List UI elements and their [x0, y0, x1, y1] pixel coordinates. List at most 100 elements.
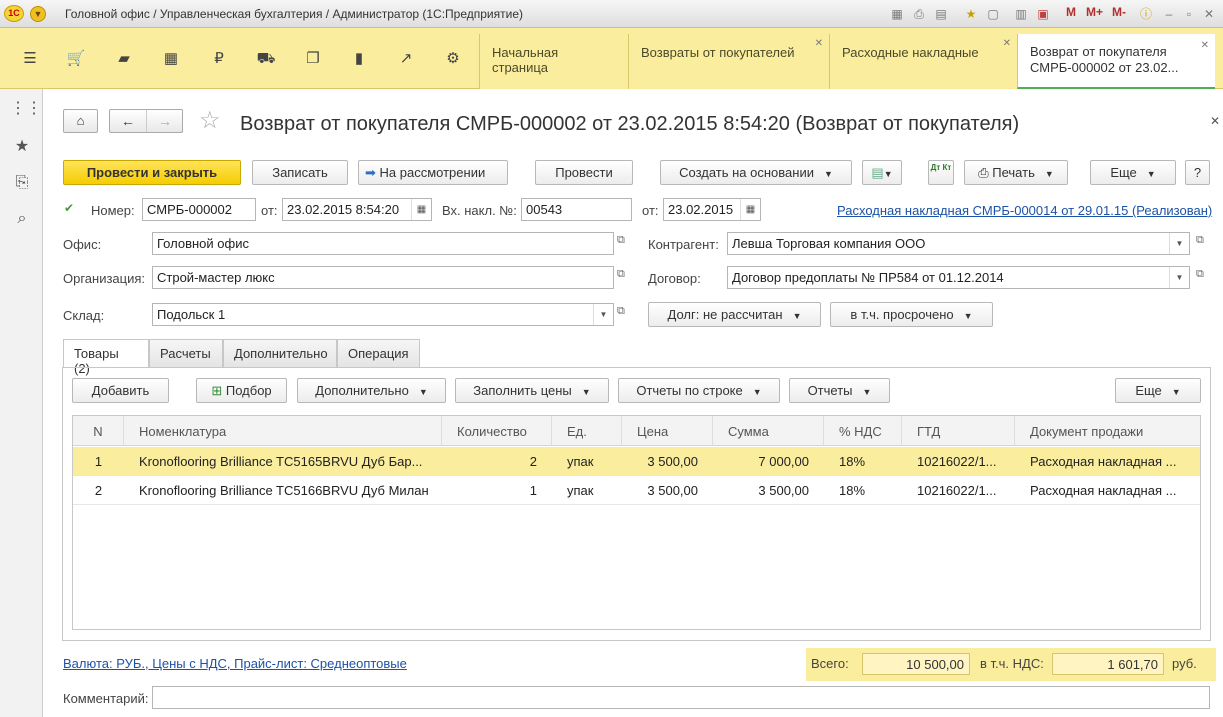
truck-icon[interactable]: ⛟ [253, 46, 279, 72]
search-icon[interactable]: ⌕ [10, 207, 34, 231]
main-menu-button[interactable]: ▼ [30, 6, 46, 22]
tab-return-document[interactable]: Возврат от покупателя СМРБ-000002 от 23.… [1017, 34, 1215, 89]
cell-sum[interactable]: 7 000,00 [713, 447, 824, 476]
col-unit[interactable]: Ед. [552, 416, 622, 446]
col-quantity[interactable]: Количество [442, 416, 552, 446]
gear-icon[interactable]: ⚙ [440, 46, 466, 72]
related-documents-button[interactable]: ▤▼ [862, 160, 902, 185]
warehouse-field[interactable]: Подольск 1 ▼ [152, 303, 614, 326]
print-tool-icon[interactable]: ⎙ [910, 5, 928, 23]
history-icon[interactable]: ▢ [984, 5, 1002, 23]
save-button[interactable]: Записать [252, 160, 348, 185]
memory-m-button[interactable]: M [1066, 5, 1076, 19]
ruble-icon[interactable]: ₽ [206, 46, 232, 72]
memory-mminus-button[interactable]: M- [1112, 5, 1126, 19]
chevron-down-icon[interactable]: ▼ [593, 304, 613, 325]
debt-button[interactable]: Долг: не рассчитан ▼ [648, 302, 821, 327]
maximize-icon[interactable]: ▫ [1180, 5, 1198, 23]
chevron-down-icon[interactable]: ▼ [1169, 233, 1189, 254]
currency-prices-link[interactable]: Валюта: РУБ., Цены с НДС, Прайс-лист: Ср… [63, 656, 407, 671]
goods-table[interactable]: N Номенклатура Количество Ед. Цена Сумма… [72, 415, 1201, 630]
cell-quantity[interactable]: 2 [442, 447, 552, 476]
tab-customer-returns[interactable]: Возвраты от покупателей ✕ [628, 34, 829, 89]
cell-gtd[interactable]: 10216022/1... [902, 476, 1015, 505]
number-field[interactable]: СМРБ-000002 [142, 198, 256, 221]
calendar-icon[interactable]: ▦ [411, 199, 431, 220]
close-tab-icon[interactable]: ✕ [1201, 38, 1209, 54]
history-icon[interactable]: ⎘ [10, 171, 34, 195]
cell-price[interactable]: 3 500,00 [622, 476, 713, 505]
more-button[interactable]: Еще ▼ [1090, 160, 1176, 185]
bag-icon[interactable]: ▰ [111, 46, 137, 72]
close-tab-icon[interactable]: ✕ [815, 38, 823, 49]
tab-operation[interactable]: Операция [337, 339, 420, 367]
create-based-on-button[interactable]: Создать на основании ▼ [660, 160, 852, 185]
chevron-down-icon[interactable]: ▼ [1169, 267, 1189, 288]
open-office-icon[interactable]: ⧉ [617, 234, 625, 247]
contract-field[interactable]: Договор предоплаты № ПР584 от 01.12.2014… [727, 266, 1190, 289]
home-button[interactable]: ⌂ [63, 109, 98, 133]
menu-icon[interactable]: ☰ [17, 46, 43, 72]
table-more-button[interactable]: Еще ▼ [1115, 378, 1201, 403]
tab-goods[interactable]: Товары (2) [63, 339, 149, 376]
organization-field[interactable]: Строй-мастер люкс [152, 266, 614, 289]
memory-mplus-button[interactable]: M+ [1086, 5, 1103, 19]
info-icon[interactable]: ⓘ [1136, 5, 1156, 23]
reports-button[interactable]: Отчеты ▼ [789, 378, 890, 403]
cell-gtd[interactable]: 10216022/1... [902, 447, 1015, 476]
fill-prices-button[interactable]: Заполнить цены ▼ [455, 378, 609, 403]
minimize-icon[interactable]: – [1160, 5, 1178, 23]
cell-price[interactable]: 3 500,00 [622, 447, 713, 476]
apps-grid-icon[interactable]: ⋮⋮ [10, 97, 42, 121]
post-button[interactable]: Провести [535, 160, 633, 185]
close-tab-icon[interactable]: ✕ [1003, 38, 1011, 49]
tab-additional[interactable]: Дополнительно [223, 339, 337, 367]
overdue-button[interactable]: в т.ч. просрочено ▼ [830, 302, 993, 327]
favorites-star-icon[interactable]: ★ [10, 135, 34, 159]
cell-unit[interactable]: упак [552, 447, 622, 476]
cell-unit[interactable]: упак [552, 476, 622, 505]
table-row[interactable]: 1 Kronoflooring Brilliance TC5165BRVU Ду… [73, 447, 1200, 476]
dt-kt-button[interactable]: Дт Кт [928, 160, 954, 185]
cell-vat[interactable]: 18% [824, 476, 902, 505]
post-and-close-button[interactable]: Провести и закрыть [63, 160, 241, 185]
cell-sales-doc[interactable]: Расходная накладная ... [1015, 447, 1200, 476]
tab-home[interactable]: Начальная страница [479, 34, 628, 89]
review-button[interactable]: ➡ На рассмотрении [358, 160, 508, 185]
col-sales-doc[interactable]: Документ продажи [1015, 416, 1200, 446]
add-row-button[interactable]: Добавить [72, 378, 169, 403]
counterparty-field[interactable]: Левша Торговая компания ООО ▼ [727, 232, 1190, 255]
comment-field[interactable] [152, 686, 1210, 709]
cart-icon[interactable]: 🛒 [63, 46, 89, 72]
pick-button[interactable]: ⊞ Подбор [196, 378, 287, 403]
incoming-invoice-field[interactable]: 00543 [521, 198, 632, 221]
favorite-star-icon[interactable]: ☆ [199, 108, 221, 134]
row-reports-button[interactable]: Отчеты по строке ▼ [618, 378, 780, 403]
calculator-icon[interactable]: ▥ [1012, 5, 1030, 23]
bar-chart-icon[interactable]: ▮ [346, 46, 372, 72]
cell-quantity[interactable]: 1 [442, 476, 552, 505]
calendar-icon[interactable]: ▦ [740, 199, 760, 220]
open-counterparty-icon[interactable]: ⧉ [1196, 234, 1204, 247]
col-gtd[interactable]: ГТД [902, 416, 1015, 446]
cell-sales-doc[interactable]: Расходная накладная ... [1015, 476, 1200, 505]
preview-tool-icon[interactable]: ▤ [932, 5, 950, 23]
close-form-icon[interactable]: ✕ [1210, 114, 1220, 128]
open-warehouse-icon[interactable]: ⧉ [617, 305, 625, 318]
col-vat[interactable]: % НДС [824, 416, 902, 446]
tab-sales-invoices[interactable]: Расходные накладные ✕ [829, 34, 1017, 89]
tab-payments[interactable]: Расчеты [149, 339, 223, 367]
col-n[interactable]: N [73, 416, 124, 446]
close-window-icon[interactable]: ✕ [1200, 5, 1218, 23]
office-field[interactable]: Головной офис [152, 232, 614, 255]
copy-icon[interactable]: ❐ [300, 46, 326, 72]
col-sum[interactable]: Сумма [713, 416, 824, 446]
cell-item[interactable]: Kronoflooring Brilliance TC5166BRVU Дуб … [124, 476, 442, 505]
extra-button[interactable]: Дополнительно ▼ [297, 378, 446, 403]
favorites-add-icon[interactable]: ★ [962, 5, 980, 23]
window-tool-icon[interactable]: ▦ [888, 5, 906, 23]
calendar-icon[interactable]: ▣ [1034, 5, 1052, 23]
base-document-link[interactable]: Расходная накладная СМРБ-000014 от 29.01… [837, 203, 1212, 218]
open-organization-icon[interactable]: ⧉ [617, 268, 625, 281]
table-row[interactable]: 2 Kronoflooring Brilliance TC5166BRVU Ду… [73, 476, 1200, 505]
